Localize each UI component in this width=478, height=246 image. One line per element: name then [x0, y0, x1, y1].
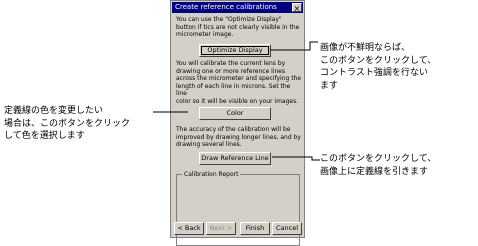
draw-callout-line — [272, 156, 320, 161]
optimize-annotation: 画像が不鮮明ならば、 このボタンをクリックして、 コントラスト強調を行ない ます — [320, 43, 437, 91]
optimize-callout-line — [270, 41, 318, 51]
color-annotation: 定義線の色を変更したい 場合は、このボタンをクリック して色を選択します — [4, 106, 131, 141]
draw-annotation: このボタンをクリックして、 画像上に定義線を引きます — [320, 154, 437, 177]
